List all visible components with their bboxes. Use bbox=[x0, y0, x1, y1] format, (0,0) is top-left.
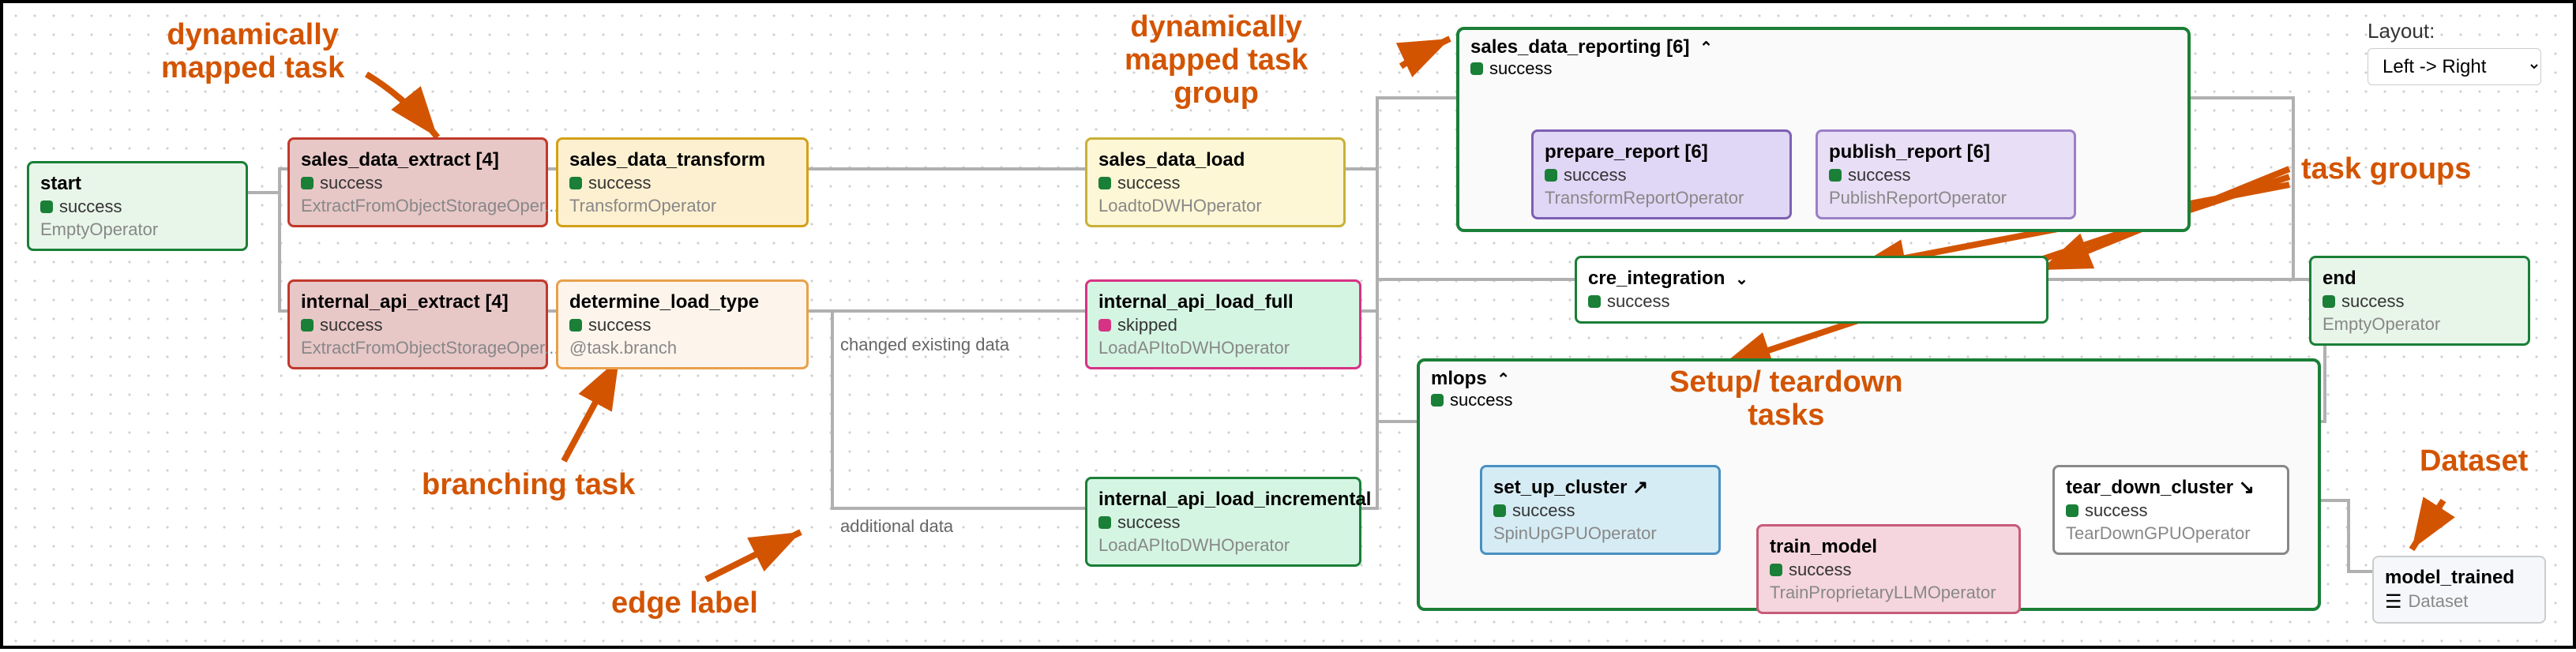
annotation-edge-label: edge label bbox=[611, 587, 758, 620]
layout-label: Layout: bbox=[2368, 19, 2541, 43]
task-title: internal_api_load_full bbox=[1098, 290, 1348, 314]
group-cre-integration-collapsed[interactable]: cre_integration ⌄ success bbox=[1575, 256, 2048, 324]
dataset-model-trained[interactable]: model_trained ☰ Dataset bbox=[2372, 556, 2546, 624]
annotation-dynamic-task: dynamicallymapped task bbox=[161, 19, 344, 85]
annotation-dataset: Dataset bbox=[2420, 445, 2528, 478]
task-title: sales_data_extract [4] bbox=[301, 148, 535, 172]
task-title: internal_api_load_incremental bbox=[1098, 487, 1348, 511]
operator-name: ExtractFromObjectStorageOper... bbox=[301, 195, 535, 218]
layout-control: Layout: Left -> Right bbox=[2368, 19, 2541, 85]
task-title: set_up_cluster ↗ bbox=[1493, 475, 1707, 500]
task-sales-data-load[interactable]: sales_data_load success LoadtoDWHOperato… bbox=[1085, 137, 1346, 227]
task-title: end bbox=[2323, 266, 2517, 290]
operator-name: LoadtoDWHOperator bbox=[1098, 195, 1332, 218]
task-title: sales_data_load bbox=[1098, 148, 1332, 172]
operator-name: TearDownGPUOperator bbox=[2066, 523, 2276, 545]
task-sales-data-transform[interactable]: sales_data_transform success TransformOp… bbox=[556, 137, 809, 227]
task-title: cre_integration bbox=[1588, 268, 1725, 289]
status-text: success bbox=[1117, 172, 1180, 195]
task-publish-report[interactable]: publish_report [6] success PublishReport… bbox=[1816, 129, 2076, 219]
status-text: success bbox=[320, 172, 382, 195]
task-tear-down-cluster[interactable]: tear_down_cluster ↘ success TearDownGPUO… bbox=[2052, 465, 2289, 555]
status-text: skipped bbox=[1117, 314, 1177, 337]
task-title: tear_down_cluster ↘ bbox=[2066, 475, 2276, 500]
status-text: success bbox=[1607, 290, 1669, 313]
task-title: start bbox=[40, 171, 235, 196]
operator-name: LoadAPItoDWHOperator bbox=[1098, 534, 1348, 557]
status-text: success bbox=[1512, 500, 1575, 523]
task-title: train_model bbox=[1770, 534, 2007, 559]
status-text: success bbox=[2085, 500, 2147, 523]
task-determine-load-type[interactable]: determine_load_type success @task.branch bbox=[556, 279, 809, 369]
task-internal-api-load-full[interactable]: internal_api_load_full skipped LoadAPIto… bbox=[1085, 279, 1361, 369]
operator-name: EmptyOperator bbox=[2323, 313, 2517, 336]
status-text: success bbox=[2341, 290, 2404, 313]
status-text: success bbox=[1117, 511, 1180, 534]
group-title: mlops bbox=[1431, 368, 1487, 389]
operator-name: SpinUpGPUOperator bbox=[1493, 523, 1707, 545]
annotation-branching: branching task bbox=[422, 469, 635, 502]
dataset-title: model_trained bbox=[2385, 565, 2533, 590]
annotation-setup-teardown: Setup/ teardowntasks bbox=[1669, 366, 1903, 433]
operator-name: ExtractFromObjectStorageOper... bbox=[301, 337, 535, 360]
dataset-icon: ☰ bbox=[2385, 590, 2402, 614]
operator-name: LoadAPItoDWHOperator bbox=[1098, 337, 1348, 360]
task-title: publish_report [6] bbox=[1829, 140, 2063, 164]
edge-label-additional: additional data bbox=[840, 516, 953, 537]
task-title: prepare_report [6] bbox=[1545, 140, 1778, 164]
task-title: determine_load_type bbox=[569, 290, 795, 314]
task-end[interactable]: end success EmptyOperator bbox=[2309, 256, 2530, 346]
operator-name: EmptyOperator bbox=[40, 219, 235, 242]
status-text: success bbox=[588, 314, 651, 337]
task-internal-api-extract[interactable]: internal_api_extract [4] success Extract… bbox=[287, 279, 548, 369]
task-title: sales_data_transform bbox=[569, 148, 795, 172]
task-start[interactable]: start success EmptyOperator bbox=[27, 161, 248, 251]
collapse-icon[interactable]: ⌃ bbox=[1699, 39, 1713, 57]
annotation-task-groups: task groups bbox=[2301, 153, 2471, 186]
task-prepare-report[interactable]: prepare_report [6] success TransformRepo… bbox=[1531, 129, 1792, 219]
status-text: success bbox=[59, 196, 122, 219]
expand-icon[interactable]: ⌄ bbox=[1735, 271, 1748, 288]
collapse-icon[interactable]: ⌃ bbox=[1496, 371, 1510, 388]
task-internal-api-load-incremental[interactable]: internal_api_load_incremental success Lo… bbox=[1085, 477, 1361, 567]
operator-name: PublishReportOperator bbox=[1829, 187, 2063, 210]
operator-name: TransformReportOperator bbox=[1545, 187, 1778, 210]
operator-name: TransformOperator bbox=[569, 195, 795, 218]
status-text: success bbox=[1450, 390, 1512, 410]
task-set-up-cluster[interactable]: set_up_cluster ↗ success SpinUpGPUOperat… bbox=[1480, 465, 1721, 555]
operator-name: @task.branch bbox=[569, 337, 795, 360]
status-text: success bbox=[1848, 164, 1910, 187]
task-train-model[interactable]: train_model success TrainProprietaryLLMO… bbox=[1756, 524, 2021, 614]
group-title: sales_data_reporting [6] bbox=[1470, 36, 1689, 58]
graph-canvas[interactable]: Layout: Left -> Right dynamicallymapped … bbox=[0, 0, 2576, 649]
status-text: success bbox=[1489, 58, 1552, 79]
dataset-type: Dataset bbox=[2409, 590, 2469, 613]
task-title: internal_api_extract [4] bbox=[301, 290, 535, 314]
status-text: success bbox=[1564, 164, 1626, 187]
task-sales-data-extract[interactable]: sales_data_extract [4] success ExtractFr… bbox=[287, 137, 548, 227]
annotation-dynamic-group: dynamicallymapped taskgroup bbox=[1125, 11, 1308, 110]
layout-select[interactable]: Left -> Right bbox=[2368, 48, 2541, 85]
operator-name: TrainProprietaryLLMOperator bbox=[1770, 582, 2007, 605]
status-text: success bbox=[588, 172, 651, 195]
status-text: success bbox=[1789, 559, 1851, 582]
edge-label-changed: changed existing data bbox=[840, 335, 1009, 355]
status-text: success bbox=[320, 314, 382, 337]
